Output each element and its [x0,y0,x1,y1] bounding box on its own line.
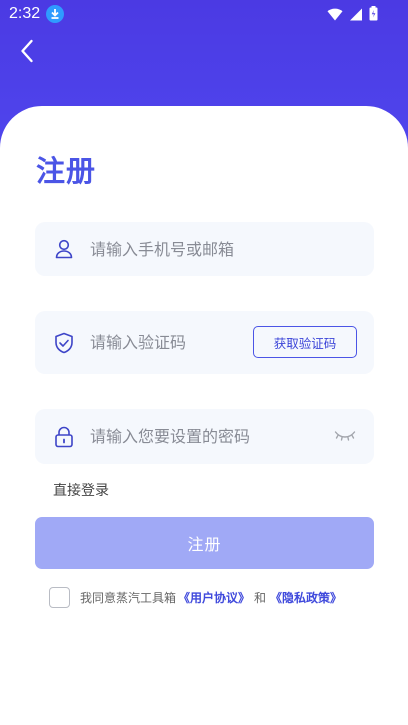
user-agreement-link[interactable]: 《用户协议》 [178,589,250,606]
download-notification-icon [46,5,64,23]
agreement-prefix: 我同意蒸汽工具箱 [80,591,177,605]
status-time: 2:32 [9,5,41,22]
eye-closed-icon[interactable] [334,428,356,444]
wifi-icon [327,7,343,25]
privacy-policy-link[interactable]: 《隐私政策》 [270,589,342,606]
account-field [35,222,374,276]
shield-check-icon [54,332,74,353]
password-field [35,409,374,464]
verification-code-input[interactable] [90,327,240,358]
direct-login-link[interactable]: 直接登录 [53,480,109,500]
agreement-row: 我同意蒸汽工具箱 《用户协议》 和 《隐私政策》 [49,587,342,608]
get-code-button[interactable]: 获取验证码 [253,326,357,358]
password-input[interactable] [90,421,320,452]
verification-code-field: 获取验证码 [35,311,374,374]
agreement-checkbox[interactable] [49,587,70,608]
battery-icon [369,6,378,25]
back-arrow-icon [20,39,34,67]
system-icons [327,6,378,25]
page-title: 注册 [36,154,97,188]
register-button[interactable]: 注册 [35,517,374,569]
status-bar: 2:32 [0,0,408,28]
signal-icon [349,7,363,25]
back-button[interactable] [12,38,42,68]
account-input[interactable] [90,234,290,264]
agreement-conjunction: 和 [254,591,267,605]
user-icon [54,239,74,259]
lock-icon [54,426,74,447]
